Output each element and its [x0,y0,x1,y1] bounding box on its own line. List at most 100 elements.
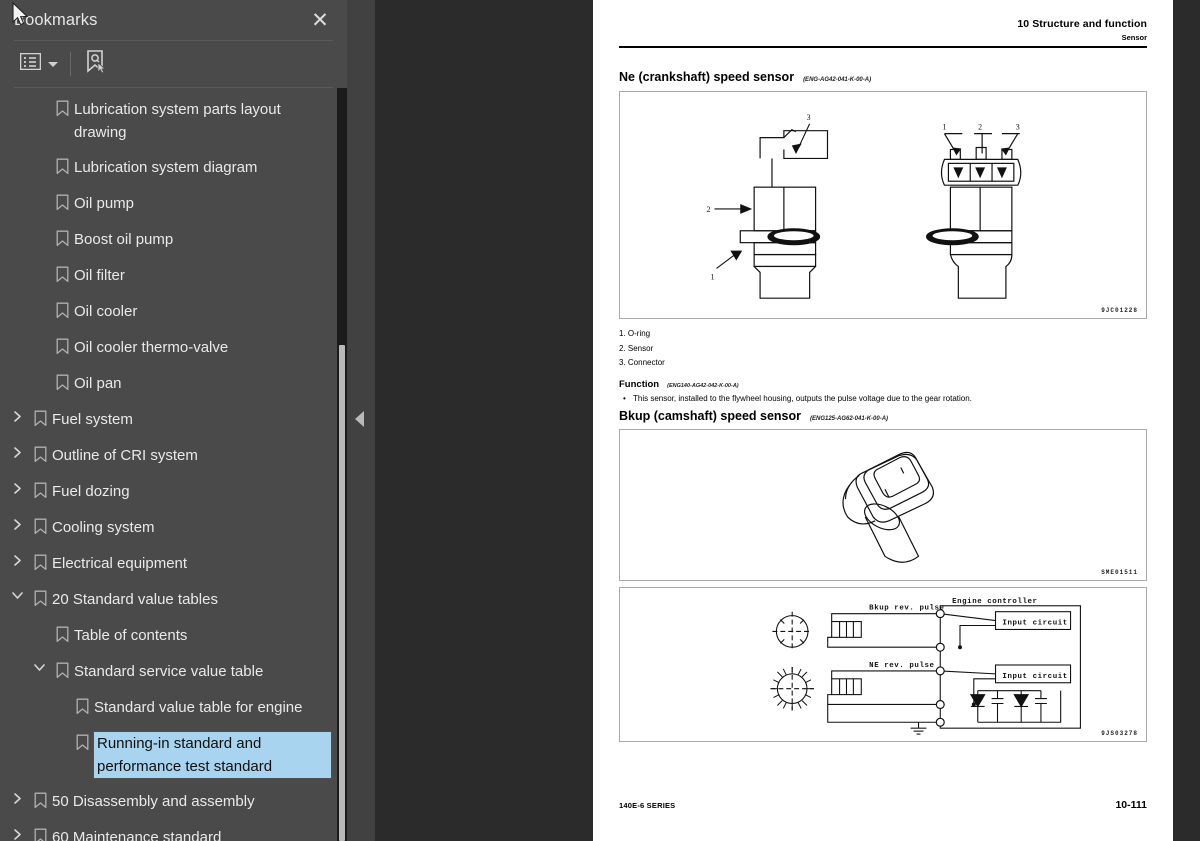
bookmark-item[interactable]: Oil cooler [0,294,337,330]
bookmark-item-label: Running-in standard and performance test… [93,731,332,779]
list-options-button[interactable] [16,49,62,79]
circuit-ne-label: NE rev. pulse [869,661,934,669]
section-2-title: Bkup (camshaft) speed sensor [619,408,801,423]
function-bullet: This sensor, installed to the flywheel h… [619,392,1147,405]
bookmark-item[interactable]: Lubrication system diagram [0,150,337,186]
section-1-code: (ENG-AG42-041-K-00-A) [803,77,872,83]
chevron-down-icon[interactable] [6,588,28,601]
chevron-right-icon[interactable] [6,516,28,531]
bookmark-item[interactable]: Standard service value table [0,654,337,690]
svg-text:1: 1 [942,123,946,132]
bookmark-item[interactable]: Boost oil pump [0,222,337,258]
sidebar-scrollbar-thumb[interactable] [339,345,345,841]
find-bookmark-button[interactable] [81,49,111,79]
bookmark-item-label: Fuel dozing [52,483,130,500]
bookmark-icon [50,264,74,283]
bookmark-item[interactable]: Standard value table for engine [0,690,337,726]
bookmark-item[interactable]: Oil cooler thermo-valve [0,330,337,366]
bookmarks-header: Bookmarks ✕ [0,0,347,40]
svg-text:2: 2 [707,205,711,214]
figure-bkup-sensor: SME01511 [619,428,1147,581]
bookmark-icon [50,228,74,247]
document-page: 10 Structure and function Sensor Ne (cra… [593,0,1173,841]
chevron-right-icon[interactable] [6,790,28,805]
bookmark-icon [50,372,74,391]
twisty-placeholder [28,264,50,266]
bookmark-icon [50,156,74,175]
twisty-placeholder [28,156,50,158]
part-item: 2. Sensor [619,343,654,353]
bookmark-icon [70,732,94,751]
bookmarks-toolbar [0,41,347,87]
part-item: 3. Connector [619,358,665,367]
page-number: 10-111 [1115,799,1147,811]
page-footer: 140E-6 SERIES 10-111 [619,799,1147,811]
function-code: (ENG140-AG42-042-K-00-A) [667,382,739,389]
sidebar-gutter [347,0,375,841]
chevron-right-icon[interactable] [6,444,28,459]
bookmark-item[interactable]: Lubrication system parts layout drawing [0,92,337,150]
bookmark-icon [28,588,52,607]
bookmark-item-label: Oil cooler [74,303,138,320]
chevron-right-icon[interactable] [6,408,28,423]
chevron-right-icon[interactable] [6,552,28,567]
bookmarks-title: Bookmarks [14,10,98,29]
bookmark-item[interactable]: Oil pump [0,186,337,222]
bookmark-item-label: 20 Standard value tables [52,591,218,608]
chevron-right-icon[interactable] [6,480,28,495]
twisty-placeholder [28,372,50,374]
bookmark-item[interactable]: Fuel system [0,402,337,438]
twisty-placeholder [28,192,50,194]
chevron-right-icon[interactable] [6,826,28,841]
bookmark-item[interactable]: Oil pan [0,366,337,402]
figure-circuit-diagram: Engine controller Bkup rev. pulse NE rev… [619,586,1147,742]
section-1-heading: Ne (crankshaft) speed sensor (ENG-AG42-0… [619,70,1147,84]
parts-list: 1. O-ring 2. Sensor 3. Connector [619,327,1147,371]
document-viewer: 10 Structure and function Sensor Ne (cra… [375,0,1200,841]
bookmark-item[interactable]: Electrical equipment [0,546,337,582]
circuit-input-1: Input circuit [1002,619,1067,627]
bookmark-item[interactable]: Cooling system [0,510,337,546]
chevron-down-icon[interactable] [28,660,50,673]
twisty-placeholder [28,98,50,100]
bookmark-item-label: Table of contents [74,627,188,644]
twisty-placeholder [48,732,70,734]
page-header-main: 10 Structure and function [1017,18,1147,30]
bookmark-icon [50,192,74,211]
bookmark-item-label: Oil pump [74,195,135,212]
bookmark-item-label: Oil cooler thermo-valve [74,339,229,356]
pdf-viewer-window: Bookmarks ✕ Lubrication system parts lay… [0,0,1200,841]
bookmark-item-label: Oil filter [74,267,125,284]
sensor-circuit-drawing: Engine controller Bkup rev. pulse NE rev… [770,597,1081,735]
toolbar-separator [70,52,71,76]
twisty-placeholder [28,624,50,626]
close-icon[interactable]: ✕ [307,7,333,33]
bookmark-pointer-icon [85,49,107,79]
figure-2-id: SME01511 [1101,568,1138,576]
svg-text:1: 1 [711,272,715,281]
svg-text:2: 2 [978,123,982,132]
header-rule [619,46,1147,48]
bookmark-item[interactable]: Running-in standard and performance test… [0,726,337,784]
bookmark-item-label: Fuel system [52,411,133,428]
list-options-icon [19,52,42,75]
bookmark-item[interactable]: Table of contents [0,618,337,654]
bookmark-icon [28,480,52,499]
bookmark-item-label: Oil pan [74,375,122,392]
function-heading: Function (ENG140-AG42-042-K-00-A) [619,379,1147,390]
bookmark-item[interactable]: 60 Maintenance standard [0,820,337,841]
bookmark-tree[interactable]: Lubrication system parts layout drawing L… [0,88,337,841]
bookmark-item[interactable]: Outline of CRI system [0,438,337,474]
bookmark-item[interactable]: 50 Disassembly and assembly [0,784,337,820]
bookmark-item[interactable]: Oil filter [0,258,337,294]
bookmark-icon [28,826,52,841]
part-item: 1. O-ring [619,329,651,338]
bookmark-item-label: Electrical equipment [52,555,188,572]
figure-1-id: 9JC01228 [1101,307,1138,314]
bookmark-item[interactable]: 20 Standard value tables [0,582,337,618]
chevron-down-icon [48,61,58,67]
collapse-left-icon[interactable] [355,411,364,427]
svg-text:3: 3 [1016,123,1020,132]
page-header: 10 Structure and function Sensor [619,0,1147,48]
bookmark-item[interactable]: Fuel dozing [0,474,337,510]
